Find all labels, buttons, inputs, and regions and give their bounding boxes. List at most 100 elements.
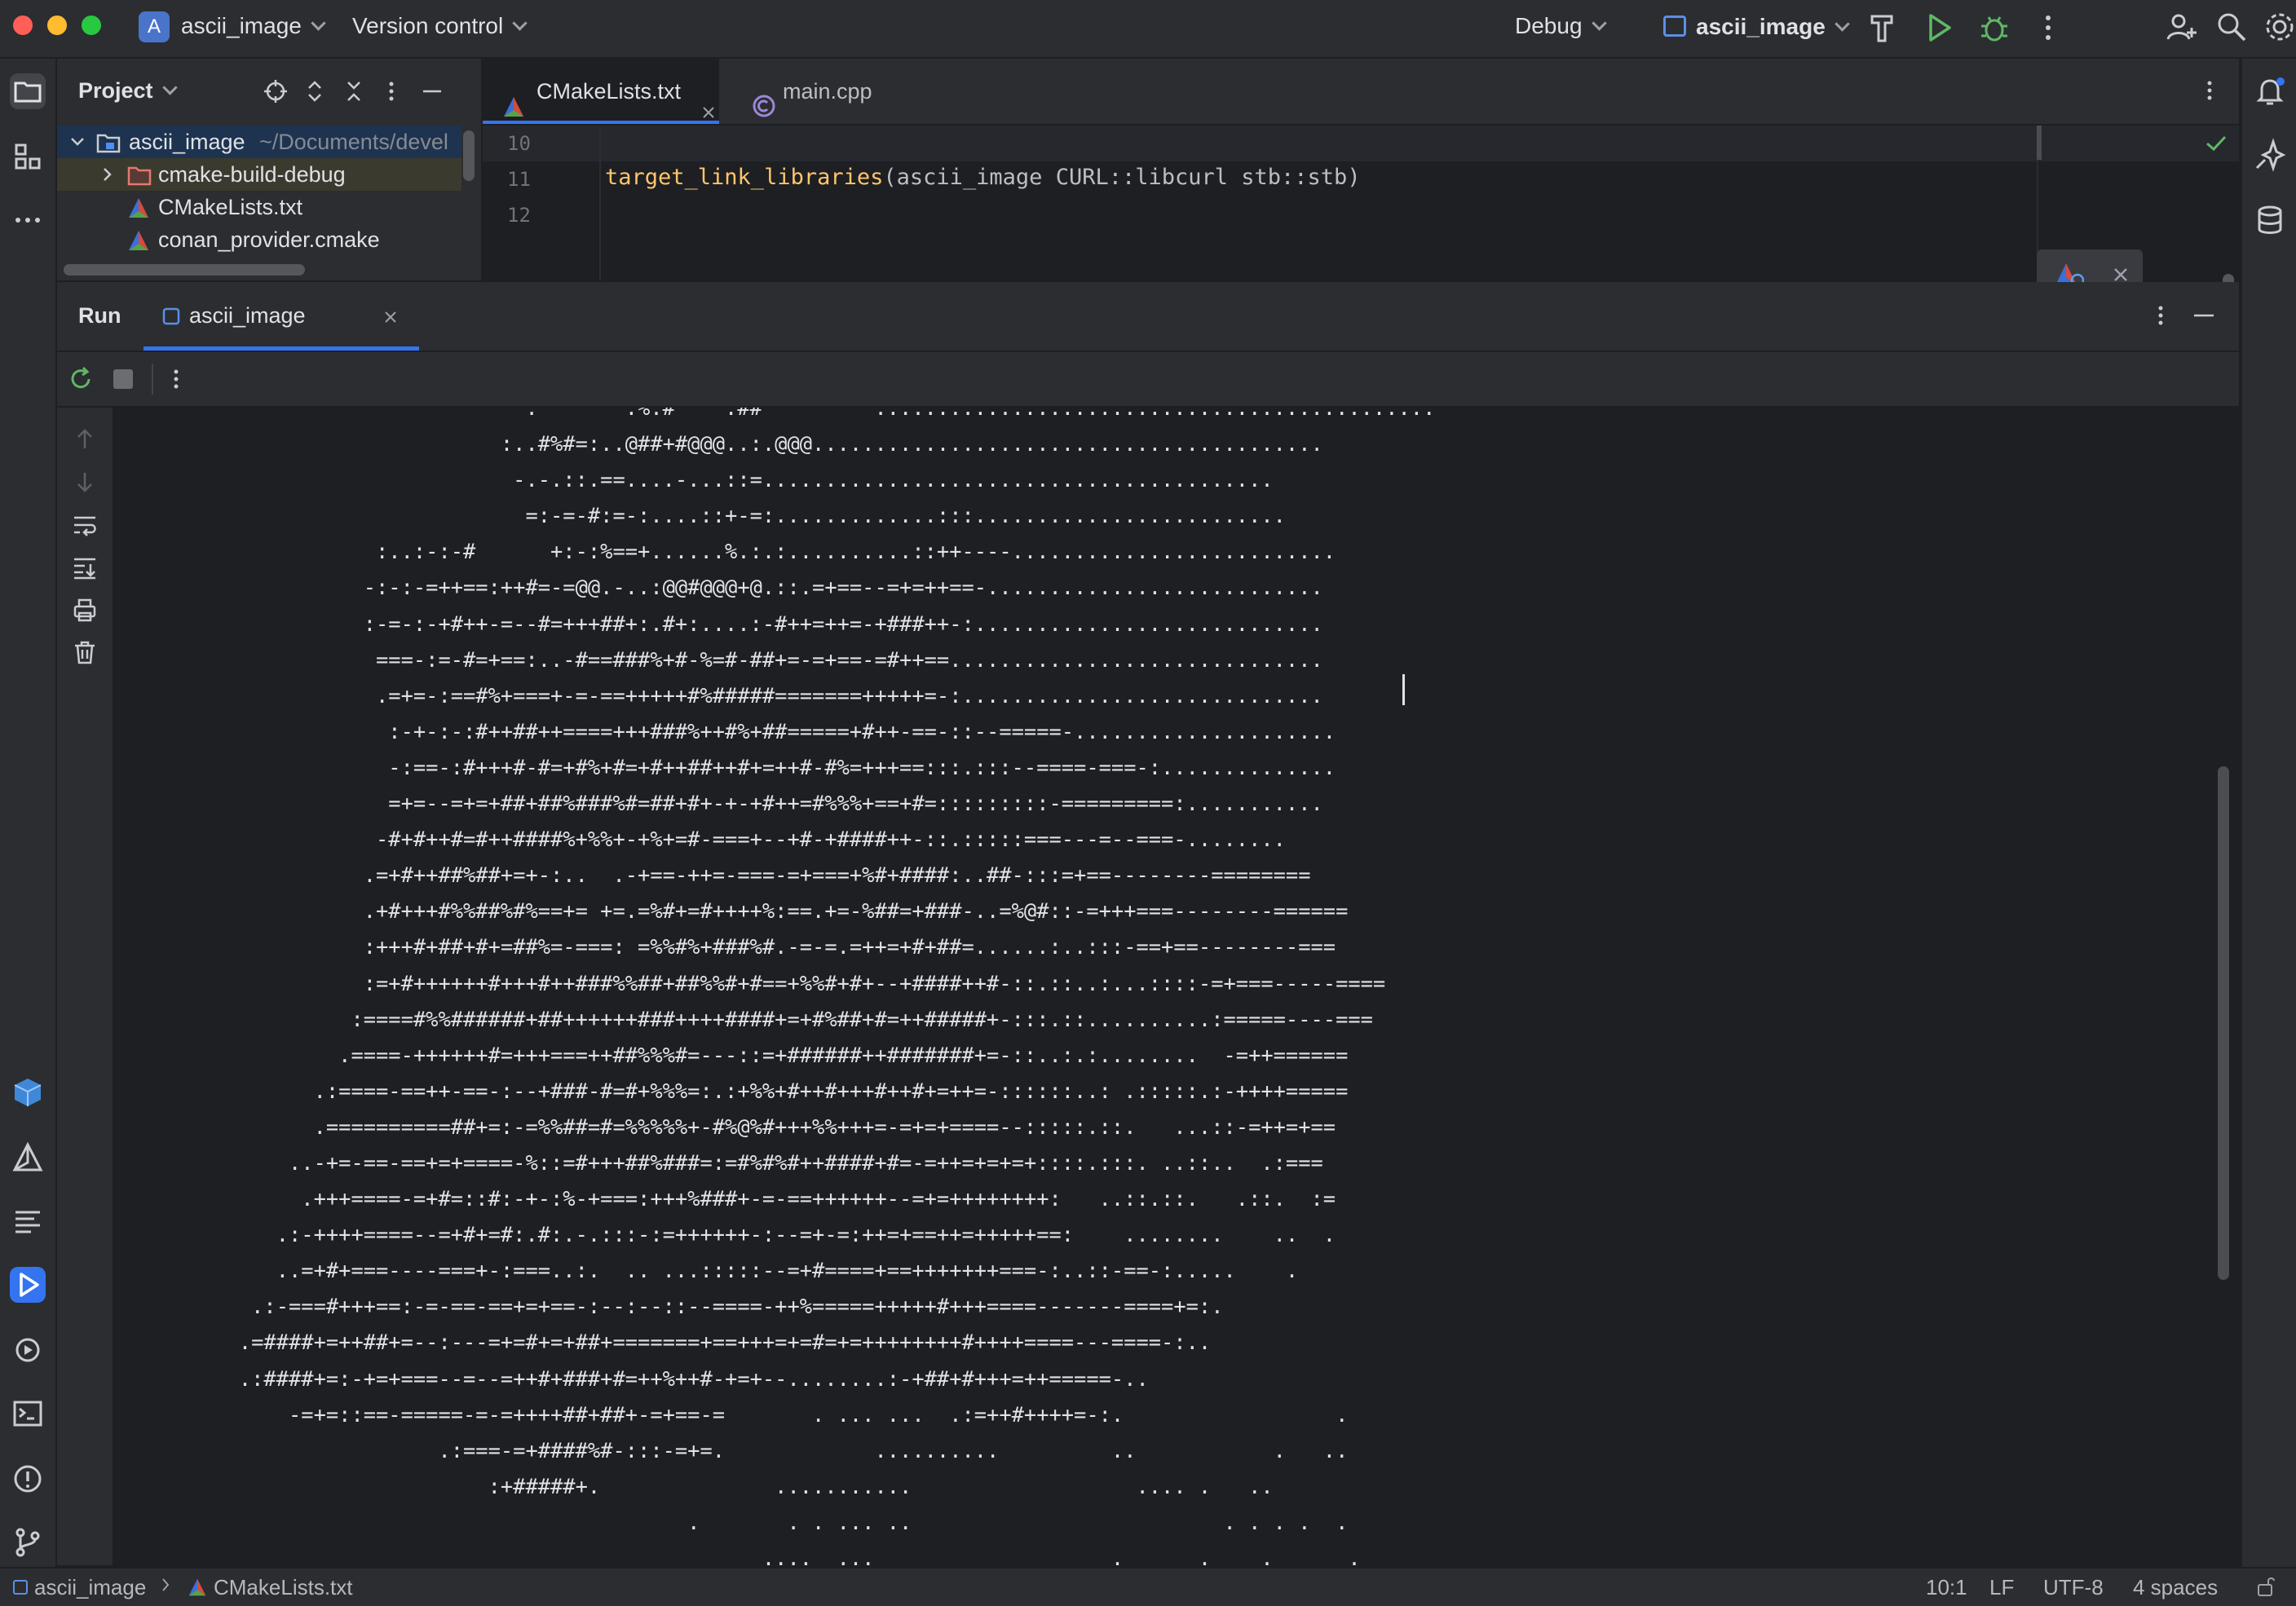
stop-icon[interactable]: [111, 367, 135, 391]
status-bar: ascii_image CMakeLists.txt 10:1 LF UTF-8…: [0, 1567, 2296, 1606]
run-toolbar: [57, 352, 2239, 408]
cmake-file-icon: [188, 1577, 207, 1603]
cube-icon[interactable]: [10, 1074, 46, 1110]
git-tool-icon[interactable]: [10, 1524, 46, 1560]
line-ending[interactable]: LF: [1989, 1575, 2014, 1600]
run-panel-title: Run: [78, 303, 121, 328]
console-output[interactable]: . .%.# .## .............................…: [114, 408, 2239, 1565]
hide-panel-icon[interactable]: [2192, 302, 2216, 329]
services-tool-icon[interactable]: [10, 1332, 46, 1368]
right-tool-strip: [2241, 59, 2296, 1567]
console-side-toolbar: [57, 408, 114, 1565]
cpp-file-icon: [752, 78, 776, 143]
settings-icon[interactable]: [2263, 10, 2296, 44]
breadcrumb-file-item[interactable]: CMakeLists.txt: [188, 1575, 353, 1603]
search-icon[interactable]: [2216, 11, 2247, 42]
more-vertical-icon[interactable]: [2040, 11, 2056, 44]
project-selector[interactable]: ascii_image: [181, 13, 326, 39]
locate-icon[interactable]: [263, 78, 289, 104]
tree-item-cmakelists[interactable]: CMakeLists.txt: [57, 191, 461, 223]
run-tool-icon[interactable]: [10, 1267, 46, 1303]
arrow-up-icon[interactable]: [73, 426, 96, 452]
tree-item-conan-provider[interactable]: conan_provider.cmake: [57, 223, 461, 256]
close-icon[interactable]: [701, 82, 716, 147]
project-name: ascii_image: [181, 13, 302, 38]
terminal-tool-icon[interactable]: [10, 1396, 46, 1432]
code-area[interactable]: 10 11 12 target_link_libraries(ascii_ima…: [483, 124, 2239, 324]
run-target-label: ascii_image: [1696, 14, 1826, 39]
soft-wrap-icon[interactable]: [72, 512, 98, 538]
breadcrumb-project: ascii_image: [34, 1575, 147, 1599]
cursor-position[interactable]: 10:1: [1926, 1575, 1967, 1600]
tab-cmakelists[interactable]: CMakeLists.txt: [483, 59, 719, 124]
more-horizontal-icon[interactable]: [10, 202, 46, 238]
breadcrumb[interactable]: ascii_image: [13, 1575, 146, 1600]
structure-tool-icon[interactable]: [10, 139, 46, 174]
chevron-down-icon: [1835, 16, 1850, 32]
collapse-all-icon[interactable]: [342, 78, 365, 104]
more-vertical-icon[interactable]: [2154, 302, 2167, 329]
lock-icon[interactable]: [2255, 1575, 2276, 1604]
project-tool-icon[interactable]: [10, 73, 46, 109]
scroll-to-end-icon[interactable]: [72, 554, 98, 580]
debug-icon[interactable]: [1978, 11, 2011, 44]
build-config-selector[interactable]: Debug: [1515, 13, 1607, 39]
run-target-selector[interactable]: ascii_image: [1663, 13, 1850, 40]
scroll-thumb: [2037, 126, 2042, 160]
tab-run-config[interactable]: ascii_image: [144, 282, 419, 351]
chevron-down-icon: [512, 15, 528, 31]
more-vertical-icon[interactable]: [2203, 77, 2216, 104]
horizontal-scrollbar[interactable]: [64, 264, 305, 276]
database-icon[interactable]: [2252, 202, 2288, 238]
project-panel-title[interactable]: Project: [78, 78, 178, 104]
close-window-button[interactable]: [13, 15, 33, 35]
config-label: Debug: [1515, 13, 1583, 38]
minimize-window-button[interactable]: [47, 15, 67, 35]
trash-icon[interactable]: [72, 639, 98, 665]
project-panel: Project ascii_image ~/Documents/devel cm…: [57, 59, 483, 280]
problems-tool-icon[interactable]: [10, 1461, 46, 1497]
messages-tool-icon[interactable]: [10, 1203, 46, 1239]
cmake-target-icon: [13, 1580, 28, 1595]
vertical-scrollbar[interactable]: [463, 130, 475, 181]
ai-assistant-icon[interactable]: [2252, 137, 2288, 173]
run-icon[interactable]: [1924, 11, 1954, 44]
cmake-tool-icon[interactable]: [10, 1140, 46, 1176]
expand-all-icon[interactable]: [303, 78, 326, 104]
code-line: target_link_libraries(ascii_image CURL::…: [605, 165, 1361, 190]
vertical-scrollbar[interactable]: [2218, 766, 2229, 1280]
run-panel-header: Run ascii_image: [57, 282, 2239, 352]
add-user-icon[interactable]: [2166, 10, 2200, 44]
zoom-window-button[interactable]: [82, 15, 101, 35]
close-icon[interactable]: [383, 308, 398, 330]
tree-item-label: ascii_image: [129, 130, 245, 154]
chevron-down-icon: [161, 80, 178, 95]
chevron-down-icon: [1591, 15, 1607, 31]
vcs-label: Version control: [352, 13, 504, 38]
function-args: (ascii_image CURL::libcurl stb::stb): [883, 165, 1361, 190]
text-caret: [1402, 674, 1405, 705]
tree-item-label: CMakeLists.txt: [158, 195, 303, 219]
tree-item-cmake-build-debug[interactable]: cmake-build-debug: [57, 158, 461, 191]
hammer-icon[interactable]: [1867, 11, 1896, 44]
more-vertical-icon[interactable]: [385, 78, 398, 104]
function-name: target_link_libraries: [605, 165, 884, 190]
title-bar: A ascii_image Version control Debug asci…: [0, 0, 2296, 59]
file-encoding[interactable]: UTF-8: [2043, 1575, 2104, 1600]
toolbar-separator: [152, 364, 153, 395]
print-icon[interactable]: [72, 597, 98, 623]
hide-panel-icon[interactable]: [421, 78, 444, 104]
arrow-down-icon[interactable]: [73, 470, 96, 496]
tree-item-root[interactable]: ascii_image ~/Documents/devel: [57, 126, 461, 158]
more-vertical-icon[interactable]: [170, 365, 183, 393]
tab-label: main.cpp: [783, 79, 872, 104]
indent-setting[interactable]: 4 spaces: [2133, 1575, 2218, 1600]
notifications-icon[interactable]: [2252, 73, 2288, 109]
gutter-divider: [599, 124, 601, 280]
chevron-down-icon: [311, 15, 326, 31]
left-tool-strip: [0, 59, 57, 1567]
rerun-icon[interactable]: [67, 365, 95, 393]
breadcrumb-file: CMakeLists.txt: [214, 1575, 353, 1599]
vcs-menu[interactable]: Version control: [352, 13, 528, 39]
project-badge: A: [139, 11, 170, 42]
